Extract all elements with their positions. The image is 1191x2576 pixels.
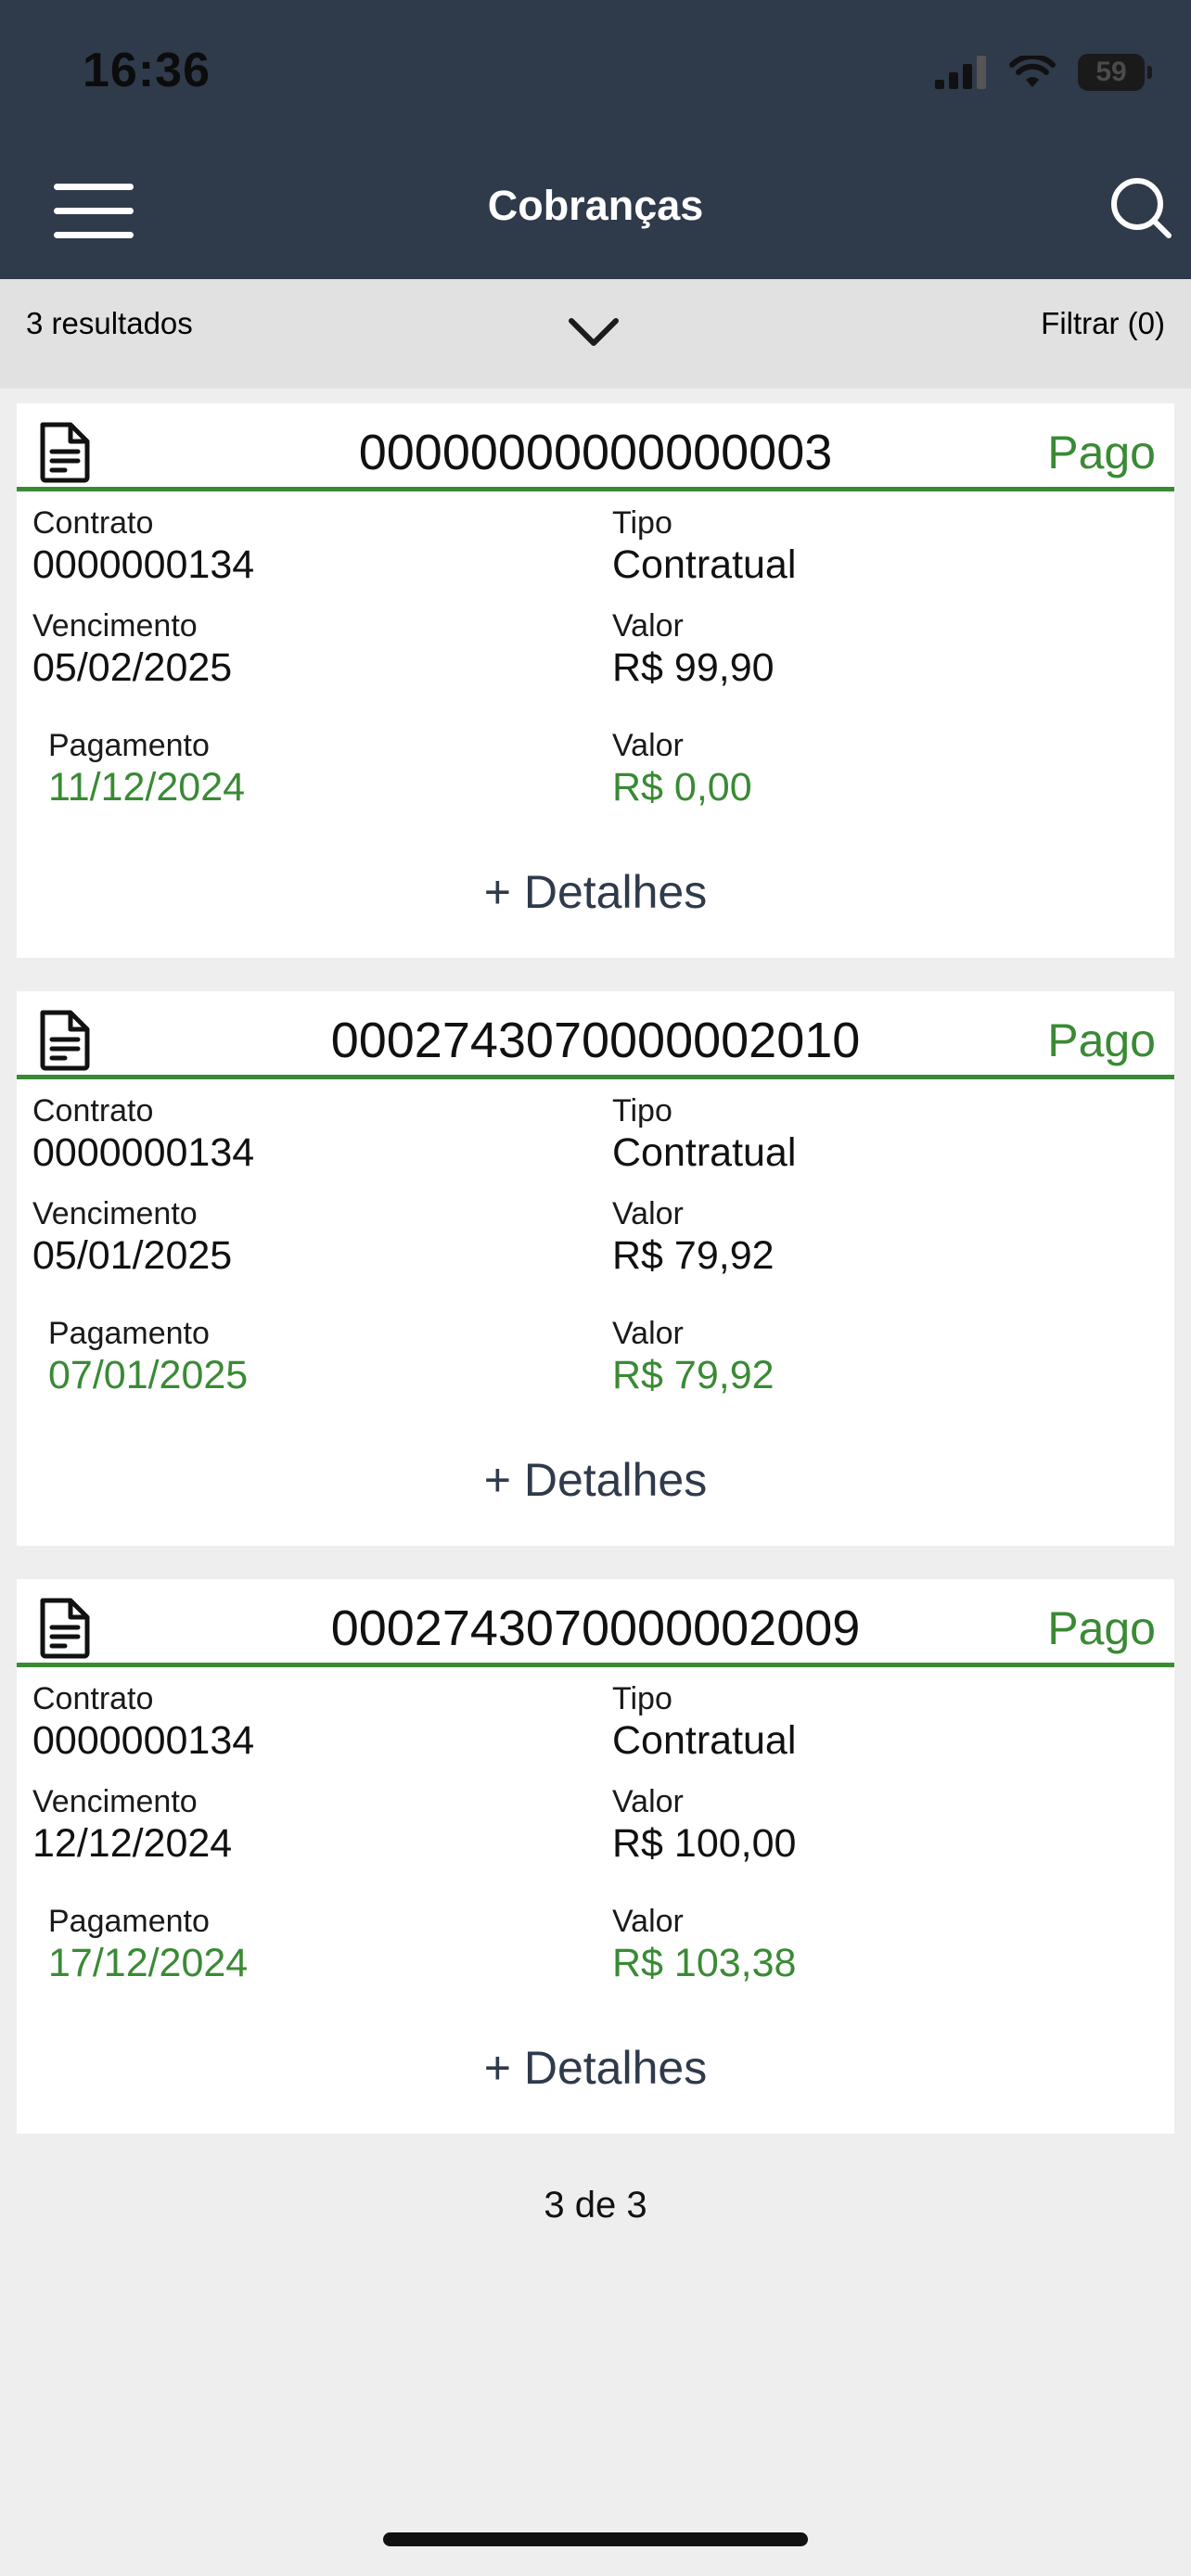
wifi-icon <box>1009 56 1056 87</box>
billing-number: 0002743070000002009 <box>330 1600 861 1656</box>
details-button[interactable]: + Detalhes <box>17 2041 1174 2095</box>
tipo-label: Tipo <box>612 505 672 541</box>
vencimento-value: 05/02/2025 <box>32 645 233 690</box>
status-divider <box>17 487 1174 491</box>
billing-number: 0002743070000002010 <box>330 1013 861 1068</box>
status-divider <box>17 1075 1174 1079</box>
home-indicator[interactable] <box>383 2532 808 2546</box>
billing-card: 00000000000000003 Pago Contrato 00000001… <box>17 403 1174 958</box>
valor-label: Valor <box>612 1196 684 1231</box>
contrato-label: Contrato <box>32 1093 154 1129</box>
valor-pago-label: Valor <box>612 1316 684 1351</box>
battery-icon: 59 <box>1078 54 1152 91</box>
vencimento-label: Vencimento <box>32 608 198 644</box>
valor-pago-value: R$ 79,92 <box>612 1353 775 1397</box>
valor-pago-value: R$ 103,38 <box>612 1941 797 1985</box>
valor-value: R$ 99,90 <box>612 645 775 690</box>
contrato-label: Contrato <box>32 505 154 541</box>
tipo-label: Tipo <box>612 1681 672 1716</box>
status-time: 16:36 <box>83 44 211 97</box>
status-badge: Pago <box>1047 1602 1156 1654</box>
contrato-label: Contrato <box>32 1681 154 1716</box>
pagamento-value: 07/01/2025 <box>48 1353 249 1397</box>
valor-value: R$ 100,00 <box>612 1821 797 1866</box>
contrato-value: 0000000134 <box>32 542 255 587</box>
valor-label: Valor <box>612 1784 684 1819</box>
billing-number: 00000000000000003 <box>358 425 833 480</box>
tipo-label: Tipo <box>612 1093 672 1129</box>
tipo-value: Contratual <box>612 1130 797 1175</box>
billing-card: 0002743070000002009 Pago Contrato 000000… <box>17 1579 1174 2134</box>
app-header: 16:36 59 Cobranças <box>0 0 1191 279</box>
page-title: Cobranças <box>487 182 704 229</box>
pagamento-value: 11/12/2024 <box>48 765 246 810</box>
vencimento-value: 12/12/2024 <box>32 1821 233 1866</box>
tipo-value: Contratual <box>612 542 797 587</box>
pagamento-label: Pagamento <box>48 728 210 763</box>
contrato-value: 0000000134 <box>32 1718 255 1763</box>
valor-pago-value: R$ 0,00 <box>612 765 752 810</box>
details-button[interactable]: + Detalhes <box>17 865 1174 919</box>
valor-pago-label: Valor <box>612 1904 684 1939</box>
valor-label: Valor <box>612 608 684 644</box>
pagamento-label: Pagamento <box>48 1904 210 1939</box>
filter-button[interactable]: Filtrar (0) <box>1041 306 1165 341</box>
search-icon[interactable] <box>1109 176 1172 241</box>
billing-card: 0002743070000002010 Pago Contrato 000000… <box>17 991 1174 1546</box>
contrato-value: 0000000134 <box>32 1130 255 1175</box>
status-badge: Pago <box>1047 427 1156 478</box>
status-icons: 59 <box>935 48 1152 96</box>
status-divider <box>17 1663 1174 1667</box>
details-button[interactable]: + Detalhes <box>17 1453 1174 1507</box>
valor-pago-label: Valor <box>612 728 684 763</box>
tipo-value: Contratual <box>612 1718 797 1763</box>
pagamento-label: Pagamento <box>48 1316 210 1351</box>
valor-value: R$ 79,92 <box>612 1233 775 1278</box>
status-badge: Pago <box>1047 1014 1156 1066</box>
cellular-signal-icon <box>935 56 986 89</box>
vencimento-label: Vencimento <box>32 1784 198 1819</box>
pagamento-value: 17/12/2024 <box>48 1941 249 1985</box>
chevron-down-icon[interactable] <box>566 313 621 351</box>
vencimento-value: 05/01/2025 <box>32 1233 233 1278</box>
results-count: 3 resultados <box>26 306 193 340</box>
pagination-text: 3 de 3 <box>544 2185 647 2225</box>
vencimento-label: Vencimento <box>32 1196 198 1231</box>
